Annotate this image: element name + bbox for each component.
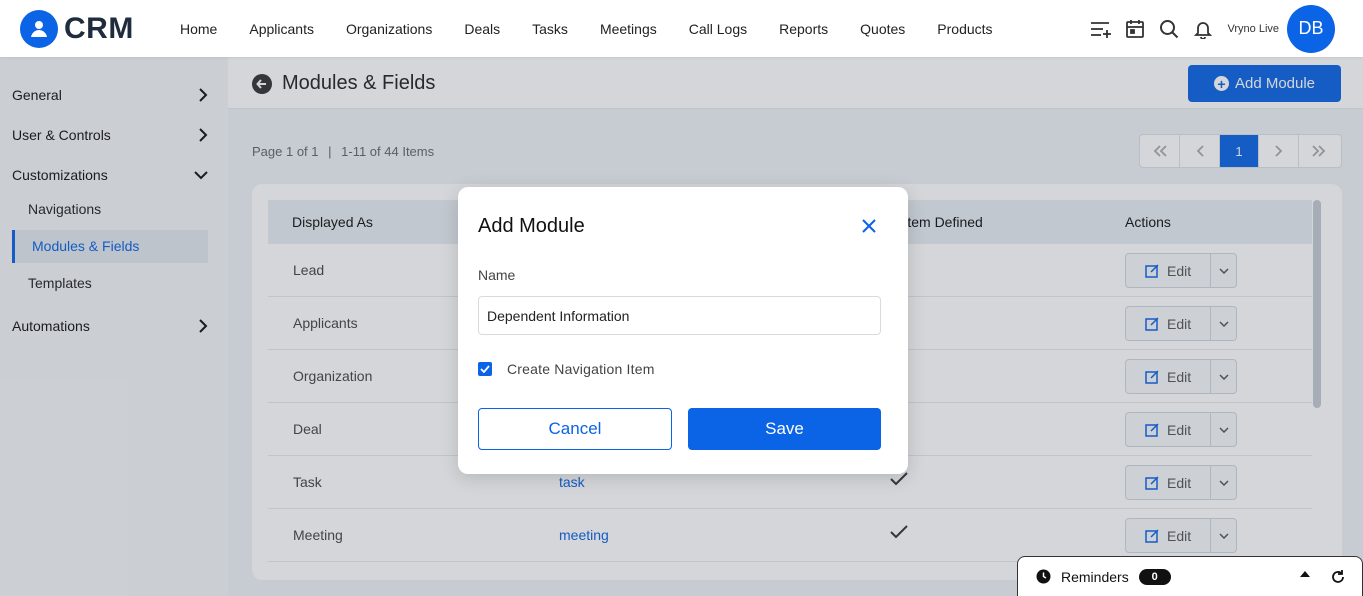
bell-icon[interactable] bbox=[1191, 17, 1215, 41]
logo-text: CRM bbox=[64, 11, 134, 45]
create-navigation-label[interactable]: Create Navigation Item bbox=[507, 361, 655, 377]
add-module-dialog: Add Module Name Create Navigation Item C… bbox=[458, 187, 908, 474]
logo-user-icon bbox=[20, 9, 58, 48]
nav-organizations[interactable]: Organizations bbox=[346, 21, 432, 37]
nav-call-logs[interactable]: Call Logs bbox=[689, 21, 747, 37]
create-navigation-checkbox[interactable] bbox=[478, 362, 492, 376]
nav-quotes[interactable]: Quotes bbox=[860, 21, 905, 37]
add-list-icon[interactable] bbox=[1089, 17, 1113, 41]
dialog-title: Add Module bbox=[478, 215, 585, 237]
nav-deals[interactable]: Deals bbox=[464, 21, 500, 37]
save-button[interactable]: Save bbox=[688, 408, 881, 450]
checkmark-icon bbox=[480, 365, 490, 373]
reminders-panel[interactable]: Reminders 0 bbox=[1017, 556, 1363, 596]
avatar[interactable]: DB bbox=[1287, 4, 1335, 53]
nav-reports[interactable]: Reports bbox=[779, 21, 828, 37]
nav-products[interactable]: Products bbox=[937, 21, 992, 37]
instance-name[interactable]: Vryno Live bbox=[1227, 23, 1279, 35]
reminders-label: Reminders bbox=[1061, 568, 1129, 585]
search-icon[interactable] bbox=[1157, 17, 1181, 41]
refresh-icon[interactable] bbox=[1330, 569, 1346, 585]
nav-applicants[interactable]: Applicants bbox=[249, 21, 314, 37]
clock-icon bbox=[1036, 569, 1051, 584]
nav-home[interactable]: Home bbox=[180, 21, 217, 37]
caret-up-icon[interactable] bbox=[1300, 571, 1310, 577]
calendar-icon[interactable] bbox=[1123, 17, 1147, 41]
name-label: Name bbox=[478, 267, 516, 283]
close-icon[interactable] bbox=[860, 217, 878, 235]
module-name-input[interactable] bbox=[478, 296, 881, 335]
nav-tasks[interactable]: Tasks bbox=[532, 21, 568, 37]
top-navbar: CRM Home Applicants Organizations Deals … bbox=[0, 0, 1363, 57]
main-nav: Home Applicants Organizations Deals Task… bbox=[180, 21, 1025, 37]
cancel-button[interactable]: Cancel bbox=[478, 408, 672, 450]
nav-meetings[interactable]: Meetings bbox=[600, 21, 657, 37]
app-logo[interactable]: CRM bbox=[20, 9, 170, 48]
reminders-count-badge: 0 bbox=[1138, 568, 1171, 585]
